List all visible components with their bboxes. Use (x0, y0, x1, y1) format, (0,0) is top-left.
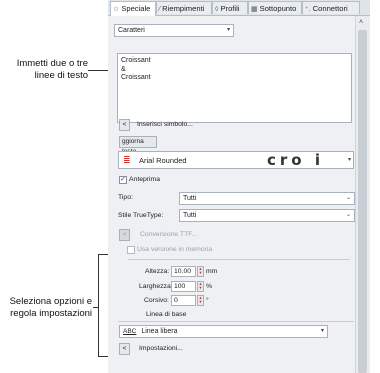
baseline-chevron-down-icon: ▾ (320, 328, 324, 334)
callout-options: Seleziona opzioni e regola impostazioni (0, 296, 92, 320)
preview-label: Anteprima (129, 176, 160, 183)
baseline-title: Linea di base (146, 311, 187, 318)
panel-content: Caratteri ▾ ˄ Croissant & Croissant < In… (108, 16, 370, 373)
tab-bar: ☆ Speciale ⁄ Riempimenti ◊ Profili ▦ Sottopu… (108, 0, 370, 16)
baseline-divider (118, 321, 354, 322)
divider (128, 259, 350, 260)
tab-sottopunto-label: Sottopunto (259, 4, 297, 13)
italic-spinner[interactable]: ▲ ▼ (197, 295, 204, 306)
height-value: 10.00 (174, 268, 192, 275)
properties-panel: ☆ Speciale ⁄ Riempimenti ◊ Profili ▦ Sottopu… (108, 0, 370, 373)
ttf-conversion-button-label: < (122, 231, 127, 238)
italic-unit: ° (206, 297, 209, 304)
truetype-style-value: Tutti (183, 212, 197, 219)
callout-enter-text: Immetti due o tre linee di testo (0, 58, 88, 82)
truetype-style-chevron-down-icon: ⌄ (345, 212, 351, 218)
font-name: Arial Rounded (139, 156, 187, 165)
tab-connettori[interactable]: ⁺. Connettori (302, 1, 360, 14)
text-line-2: & (121, 65, 126, 73)
baseline-value: Linea libera (141, 328, 178, 335)
settings-button[interactable]: < (119, 343, 130, 355)
update-text-button[interactable]: ggiorna testo (119, 136, 157, 155)
baseline-dropdown[interactable]: ABC Linea libera ▾ (119, 325, 328, 338)
tab-riempimenti-label: Riempimenti (162, 4, 205, 13)
height-unit: mm (206, 268, 218, 275)
memory-version-checkbox[interactable] (127, 246, 135, 254)
object-type-value: Caratteri (118, 27, 145, 34)
fill-icon: ⁄ (159, 6, 161, 13)
font-chevron-down-icon: ▾ (347, 157, 351, 163)
width-value: 100 (174, 283, 186, 290)
italic-value: 0 (174, 297, 178, 304)
chevron-down-icon: ▾ (226, 27, 230, 33)
type-label: Tipo: (118, 194, 133, 201)
height-label: Altezza: (145, 268, 170, 275)
width-spinner[interactable]: ▲ ▼ (197, 281, 204, 292)
tab-speciale[interactable]: ☆ Speciale (110, 1, 156, 16)
callout-bracket-top (98, 254, 108, 255)
type-chevron-down-icon: ⌄ (345, 195, 351, 201)
preview-checkbox[interactable]: ✓ (119, 176, 127, 184)
text-line-3: Croissant (121, 74, 151, 81)
callout-enter-text-label: Immetti due o tre linee di testo (16, 58, 88, 81)
ttf-conversion-button[interactable]: < (119, 229, 130, 241)
callout-bracket-vertical (98, 254, 99, 356)
spin-down-icon: ▼ (198, 270, 203, 275)
insert-symbol-button[interactable]: < (119, 119, 130, 131)
tab-speciale-label: Speciale (121, 4, 151, 13)
type-value: Tutti (183, 195, 197, 202)
truetype-font-icon: ≣ (123, 155, 131, 165)
settings-label: Impostazioni... (139, 345, 183, 352)
callout-bracket-bottom (98, 356, 108, 357)
height-spinner[interactable]: ▲ ▼ (197, 266, 204, 277)
scroll-up-icon[interactable]: ˄ (359, 19, 363, 26)
width-label: Larghezza: (139, 283, 173, 290)
tab-profili[interactable]: ◊ Profili (212, 1, 248, 14)
insert-symbol-label: Inserisci simbolo... (137, 121, 193, 128)
callout-bracket-mid (93, 307, 98, 308)
tab-sottopunto[interactable]: ▦ Sottopunto (248, 1, 302, 14)
ttf-conversion-label: Conversione TTF... (140, 231, 198, 238)
font-preview: cro i (267, 151, 324, 169)
spin-down-icon: ▼ (198, 285, 203, 290)
profile-icon: ◊ (215, 6, 219, 13)
width-unit: % (206, 283, 213, 290)
insert-symbol-button-label: < (122, 121, 127, 128)
truetype-style-label: Stile TrueType: (118, 212, 164, 219)
star-icon: ☆ (113, 6, 120, 13)
callout-options-label: Seleziona opzioni e regola impostazioni (9, 296, 92, 319)
italic-input[interactable]: 0 (171, 295, 196, 306)
memory-version-label: Usa versione in memoria (137, 246, 213, 253)
width-input[interactable]: 100 (171, 281, 196, 292)
truetype-style-dropdown[interactable]: Tutti ⌄ (179, 209, 355, 222)
italic-label: Corsivo: (144, 297, 169, 304)
type-dropdown[interactable]: Tutti ⌄ (179, 192, 355, 205)
baseline-icon: ABC (123, 328, 137, 335)
vertical-scrollbar[interactable]: ˄ (355, 16, 370, 373)
tab-profili-label: Profili (220, 4, 240, 13)
object-type-dropdown[interactable]: Caratteri ▾ (114, 24, 234, 37)
text-input-area[interactable]: Croissant & Croissant (117, 53, 352, 123)
underlay-icon: ▦ (251, 6, 258, 13)
scroll-thumb[interactable] (358, 30, 367, 373)
tab-riempimenti[interactable]: ⁄ Riempimenti (156, 1, 212, 14)
text-line-1: Croissant (121, 57, 151, 64)
height-input[interactable]: 10.00 (171, 266, 196, 277)
connector-icon: ⁺. (305, 6, 311, 13)
font-selector[interactable]: ≣ Arial Rounded cro i ▾ (118, 151, 354, 169)
spin-down-icon: ▼ (198, 299, 203, 304)
settings-button-label: < (122, 345, 127, 352)
tab-connettori-label: Connettori (312, 4, 348, 13)
